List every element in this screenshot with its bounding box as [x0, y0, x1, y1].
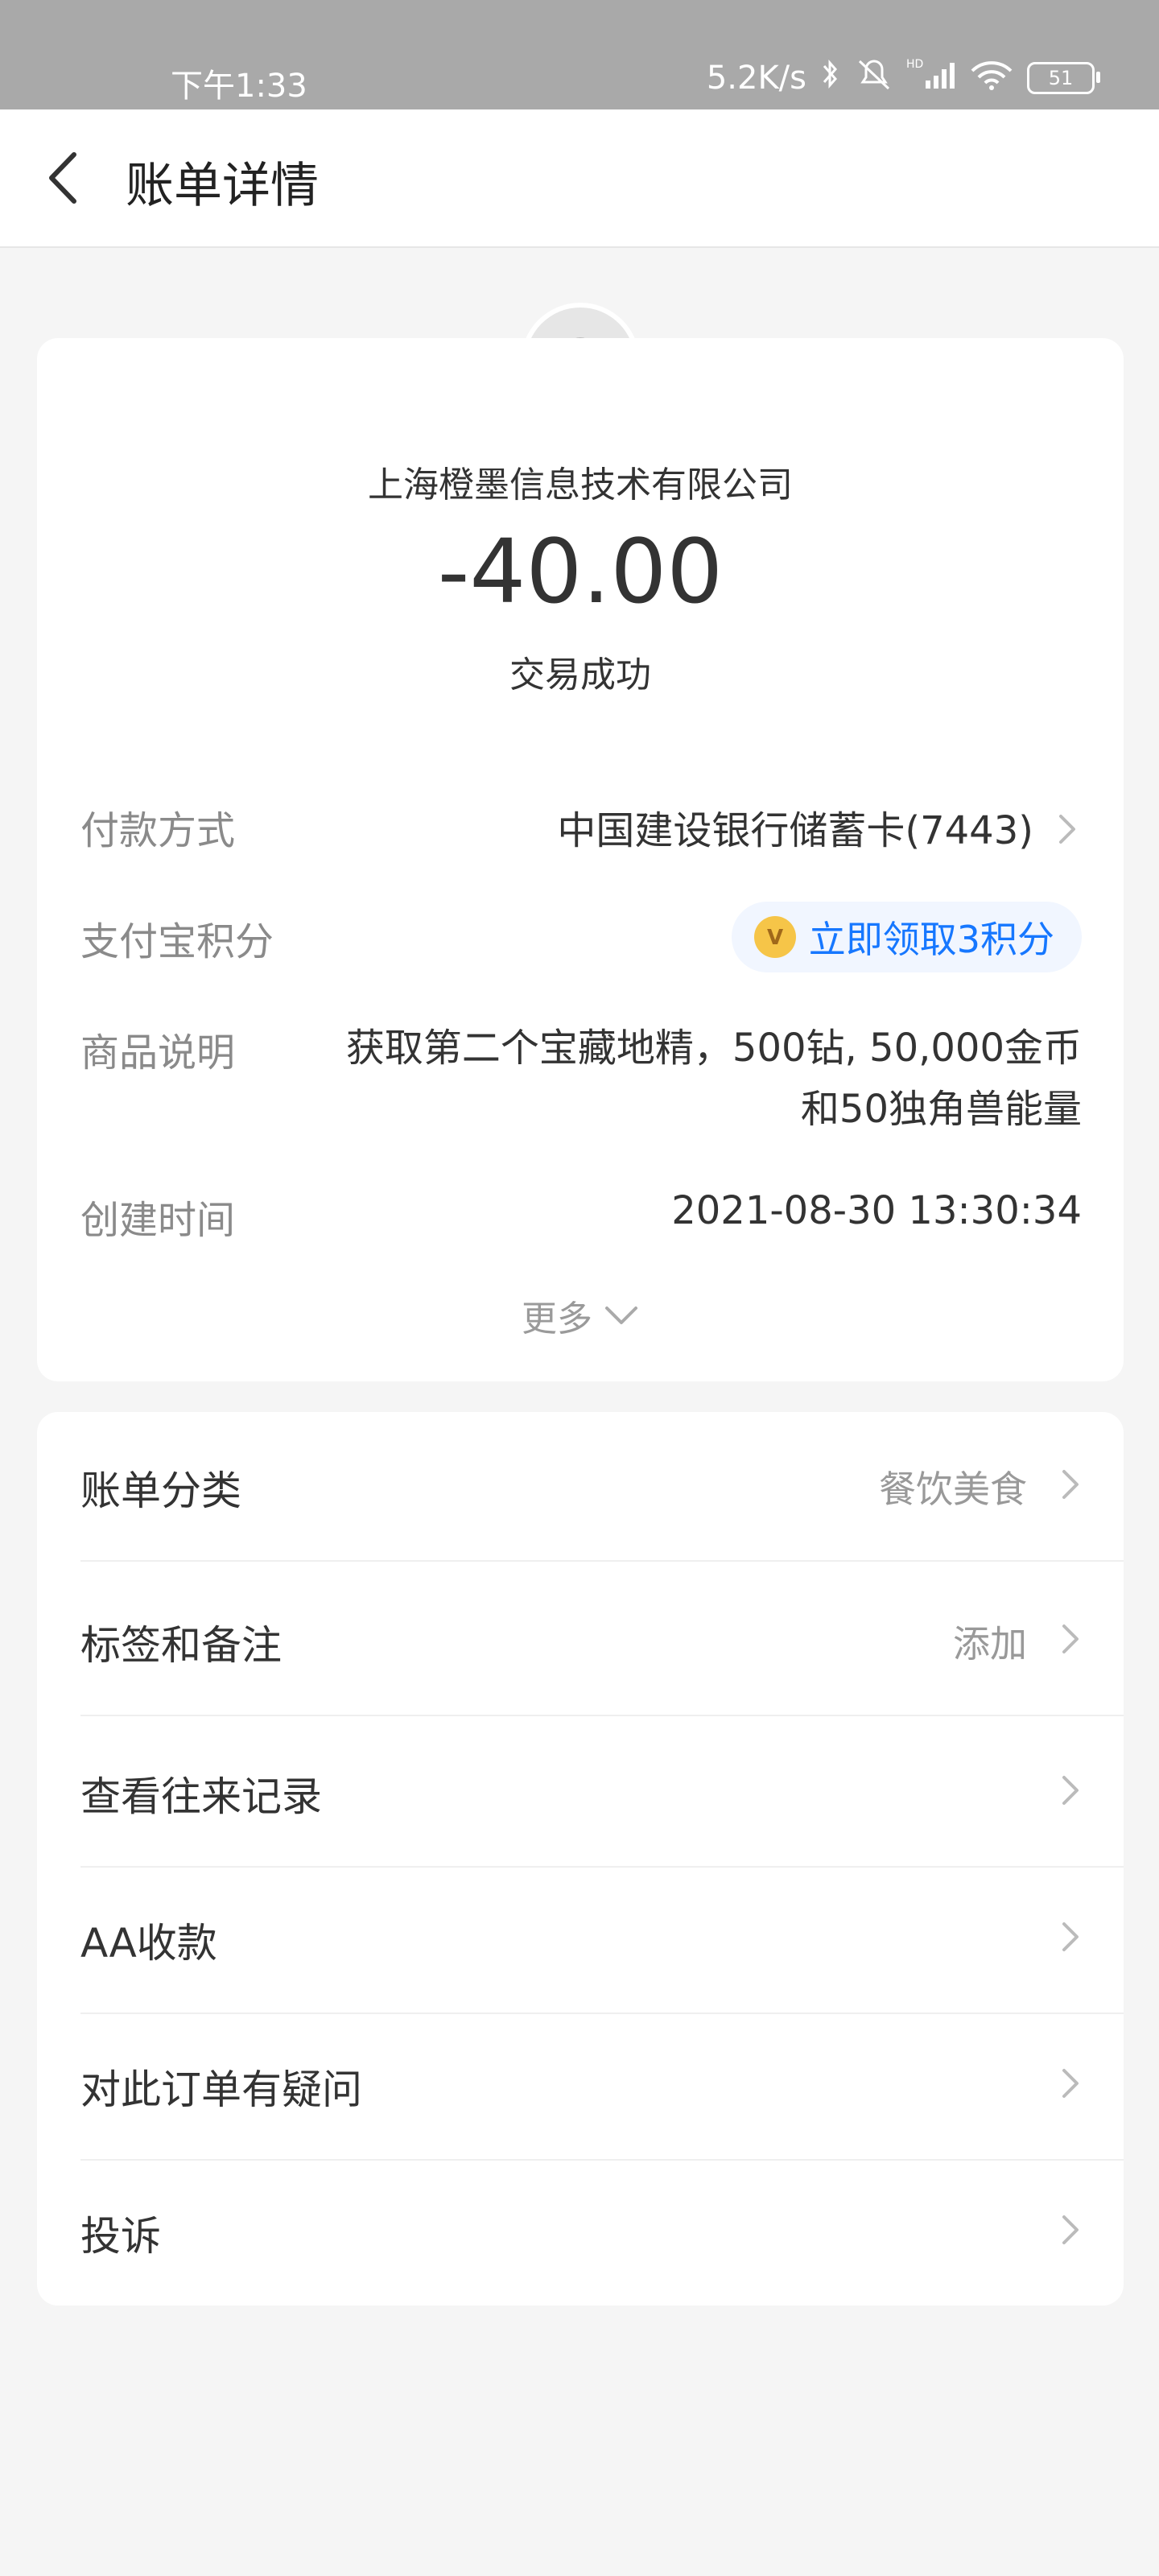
list-item-aa-collect[interactable]: AA收款	[80, 1864, 1124, 2014]
list-item-label: 查看往来记录	[80, 1773, 322, 1820]
svg-text:HD: HD	[906, 58, 923, 71]
bluetooth-icon	[818, 56, 842, 100]
list-item-value: 餐饮美食	[879, 1468, 1027, 1511]
bill-amount: -40.00	[437, 520, 724, 623]
page-title: 账单详情	[126, 158, 319, 214]
battery-icon: 51	[1027, 62, 1100, 94]
list-item-label: 账单分类	[80, 1468, 241, 1514]
battery-level: 51	[1048, 67, 1074, 89]
points-coin-icon: V	[753, 916, 796, 958]
chevron-down-icon	[605, 1307, 637, 1324]
chevron-right-icon	[1059, 815, 1075, 844]
bill-actions-card: 账单分类 餐饮美食 标签和备注 添加 查看往来记录 AA收款 对此订单有疑问 投…	[37, 1412, 1124, 2306]
signal-icon: HD	[906, 56, 956, 100]
alipay-points-row: 支付宝积分 V 立即领取3积分	[80, 902, 1082, 974]
network-speed: 5.2K/s	[706, 60, 806, 97]
created-time-value: 2021-08-30 13:30:34	[671, 1188, 1082, 1233]
wifi-icon	[967, 56, 1016, 100]
list-item-label: 对此订单有疑问	[80, 2066, 362, 2113]
created-time-label: 创建时间	[80, 1198, 236, 1243]
claim-points-label: 立即领取3积分	[808, 918, 1054, 961]
status-bar: 下午1:33 5.2K/s HD 51	[0, 0, 1159, 109]
merchant-name: 上海橙墨信息技术有限公司	[368, 464, 793, 506]
list-item-complaint[interactable]: 投诉	[80, 2157, 1124, 2306]
product-description-label: 商品说明	[80, 1030, 236, 1075]
more-label: 更多	[522, 1298, 592, 1340]
chevron-right-icon	[1062, 1922, 1079, 1951]
svg-text:V: V	[767, 926, 783, 950]
created-time-row: 创建时间 2021-08-30 13:30:34	[80, 1188, 1082, 1253]
list-item-bill-category[interactable]: 账单分类 餐饮美食	[80, 1412, 1124, 1562]
more-button[interactable]: 更多	[37, 1290, 1124, 1341]
bill-summary-card: 上海橙墨信息技术有限公司 -40.00 交易成功 付款方式 中国建设银行储蓄卡(…	[37, 338, 1124, 1381]
list-item-label: 标签和备注	[80, 1622, 282, 1669]
back-icon	[49, 152, 76, 204]
payment-method-row[interactable]: 付款方式 中国建设银行储蓄卡(7443)	[80, 799, 1082, 863]
status-time: 下午1:33	[171, 68, 307, 105]
product-description-row: 商品说明 获取第二个宝藏地精，500钻, 50,000金币和50独角兽能量	[80, 1021, 1082, 1150]
chevron-right-icon	[1062, 1624, 1079, 1653]
list-item-label: 投诉	[80, 2213, 161, 2260]
list-item-order-question[interactable]: 对此订单有疑问	[80, 2011, 1124, 2161]
list-item-tags-notes[interactable]: 标签和备注 添加	[80, 1567, 1124, 1716]
mute-icon	[853, 56, 895, 100]
back-button[interactable]	[39, 151, 87, 204]
nav-bar: 账单详情	[0, 109, 1159, 248]
payment-method-value: 中国建设银行储蓄卡(7443)	[557, 808, 1033, 853]
list-item-transaction-history[interactable]: 查看往来记录	[80, 1718, 1124, 1868]
chevron-right-icon	[1062, 1776, 1079, 1805]
list-item-label: AA收款	[80, 1920, 217, 1967]
chevron-right-icon	[1062, 1470, 1079, 1499]
alipay-points-label: 支付宝积分	[80, 919, 274, 964]
chevron-right-icon	[1062, 2069, 1079, 2098]
status-icons: 5.2K/s HD 51	[706, 56, 1100, 100]
transaction-status: 交易成功	[509, 654, 651, 696]
product-description-value: 获取第二个宝藏地精，500钻, 50,000金币和50独角兽能量	[345, 1026, 1082, 1132]
payment-method-label: 付款方式	[80, 808, 236, 853]
claim-points-button[interactable]: V 立即领取3积分	[731, 902, 1082, 972]
chevron-right-icon	[1062, 2215, 1079, 2244]
list-item-value: 添加	[953, 1622, 1027, 1666]
